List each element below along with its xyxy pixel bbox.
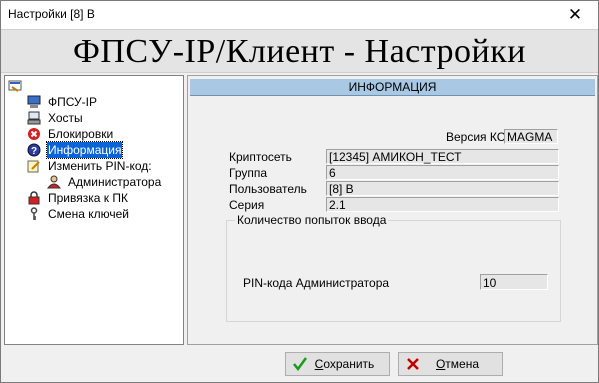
version-value: MAGMA xyxy=(504,129,558,144)
tree-item-label: Администратора xyxy=(68,175,162,189)
group-value: 6 xyxy=(326,165,559,180)
series-label: Серия xyxy=(229,198,265,212)
close-button[interactable]: ✕ xyxy=(552,1,598,29)
user-value: [8] В xyxy=(326,181,559,196)
window-title: Настройки [8] В xyxy=(8,7,95,21)
banner: ФПСУ-IP/Клиент - Настройки xyxy=(1,29,598,73)
cryptonet-label: Криптосеть xyxy=(229,150,292,164)
cryptonet-value: [12345] АМИКОН_ТЕСТ xyxy=(326,149,559,164)
key-icon xyxy=(30,207,38,220)
hosts-icon xyxy=(27,111,41,125)
admin-pin-attempts-value: 10 xyxy=(480,274,548,290)
panel-header: ИНФОРМАЦИЯ xyxy=(190,79,595,96)
admin-pin-attempts-label: PIN-кода Администратора xyxy=(243,276,390,290)
tree-item-label: Хосты xyxy=(48,111,83,125)
save-button[interactable]: Сохранить xyxy=(285,352,390,376)
settings-window: Настройки [8] В ✕ ФПСУ-IP/Клиент - Настр… xyxy=(0,0,599,383)
svg-text:?: ? xyxy=(31,146,37,157)
edit-pin-icon xyxy=(27,160,40,173)
tree-item-label: Информация xyxy=(45,141,124,159)
banner-title: ФПСУ-IP/Клиент - Настройки xyxy=(73,33,526,70)
computer-icon xyxy=(27,95,41,108)
tree-item-label: Изменить PIN-код: xyxy=(48,159,152,173)
admin-user-icon xyxy=(47,175,61,189)
cancel-button-label: Отмена xyxy=(435,357,480,371)
tree-item-label: Смена ключей xyxy=(48,207,129,221)
tree-root[interactable] xyxy=(7,78,25,94)
info-icon: ? xyxy=(27,143,41,157)
tree-item-label: Блокировки xyxy=(48,127,114,141)
settings-tree[interactable]: ФПСУ-IP Хосты Блокировки ? Информация Из… xyxy=(4,75,184,345)
tree-item-label: Привязка к ПК xyxy=(48,191,128,205)
tree-item-label: ФПСУ-IP xyxy=(48,95,97,109)
block-icon xyxy=(28,128,40,140)
title-bar: Настройки [8] В ✕ xyxy=(1,1,598,29)
attempts-group: Количество попыток ввода PIN-кода Админи… xyxy=(226,213,561,322)
save-button-label: Сохранить xyxy=(314,357,375,371)
series-value: 2.1 xyxy=(326,197,559,212)
settings-root-icon xyxy=(8,80,22,92)
user-label: Пользователь xyxy=(229,182,307,196)
group-label: Группа xyxy=(229,166,268,180)
version-label: Версия КС xyxy=(446,130,506,144)
lock-icon xyxy=(28,191,40,205)
attempts-group-title: Количество попыток ввода xyxy=(235,213,389,227)
info-panel: ИНФОРМАЦИЯ Версия КС MAGMA Криптосеть [1… xyxy=(187,75,598,345)
cancel-button[interactable]: Отмена xyxy=(398,352,503,376)
